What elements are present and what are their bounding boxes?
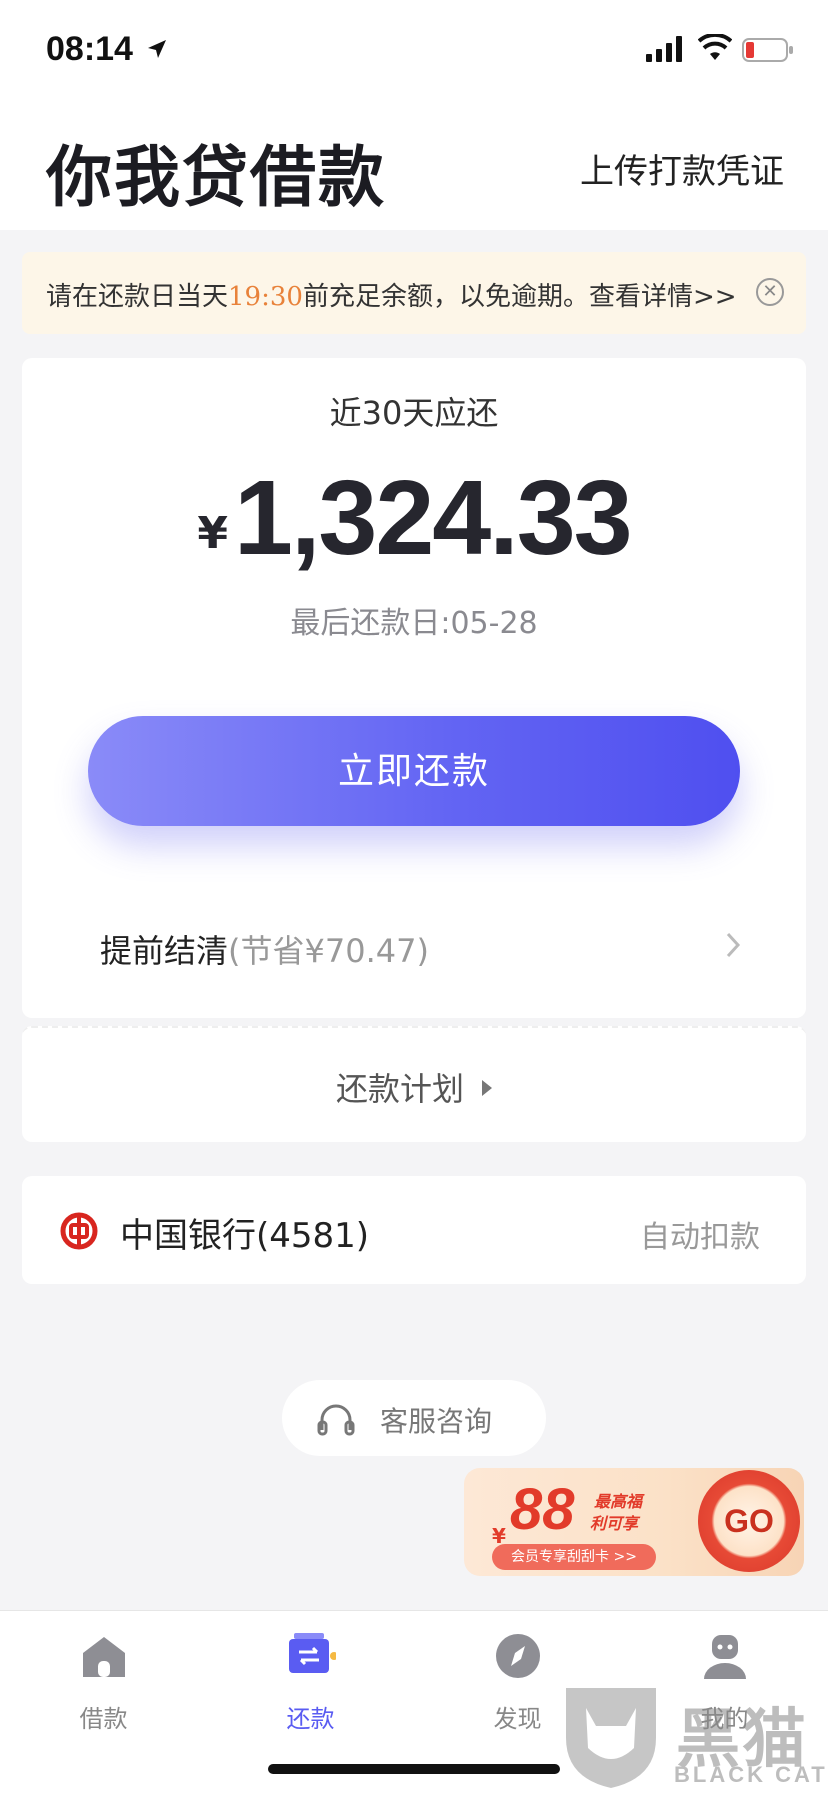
bank-name: 中国银行(4581) <box>120 1216 370 1256</box>
bank-of-china-logo-icon <box>60 1212 98 1250</box>
watermark-subtext: BLACK CAT <box>674 1762 828 1787</box>
bank-card-row[interactable]: 中国银行(4581) 自动扣款 <box>22 1176 806 1284</box>
home-indicator[interactable] <box>268 1764 560 1774</box>
status-bar: 08:14 <box>0 0 828 100</box>
repayment-plan-card[interactable]: 还款计划 <box>22 1026 806 1142</box>
cellular-signal-icon <box>646 36 682 62</box>
house-icon <box>83 1637 125 1677</box>
early-settle-label: 提前结清(节省¥70.47) <box>100 926 429 972</box>
notice-text-before: 请在还款日当天 <box>46 282 229 312</box>
notice-text-after[interactable]: 前充足余额，以免逾期。查看详情>> <box>303 282 737 312</box>
customer-service-button[interactable]: 客服咨询 <box>282 1380 546 1456</box>
promo-go-button[interactable]: GO <box>698 1470 800 1572</box>
member-promo-banner[interactable]: ¥ 88 最高福 利可享 会员专享刮刮卡 >> GO <box>464 1468 804 1576</box>
last-repay-date: 最后还款日:05-28 <box>290 606 538 641</box>
promo-scratch-card-pill: 会员专享刮刮卡 >> <box>492 1544 656 1570</box>
tab-borrow[interactable]: 借款 <box>0 1623 207 1733</box>
currency-symbol: ¥ <box>197 508 228 559</box>
overdue-notice-banner[interactable]: 请在还款日当天19:30前充足余额，以免逾期。查看详情>> ✕ <box>22 252 806 334</box>
person-icon <box>704 1635 746 1679</box>
notice-time: 19:30 <box>228 282 303 312</box>
customer-service-label: 客服咨询 <box>380 1405 493 1438</box>
battery-low-icon <box>742 38 793 62</box>
upload-receipt-link[interactable]: 上传打款凭证 <box>580 144 784 193</box>
location-arrow-icon <box>148 40 166 58</box>
notice-text: 请在还款日当天19:30前充足余额，以免逾期。查看详情>> <box>46 276 737 313</box>
page-title: 你我贷借款 <box>46 139 386 216</box>
early-settle-saving: (节省¥70.47) <box>228 932 429 970</box>
promo-line2: 利可享 <box>590 1514 639 1533</box>
promo-amount: 88 <box>510 1477 575 1542</box>
compass-icon <box>496 1634 540 1678</box>
due-amount: 1,324.33 <box>234 459 633 577</box>
status-time: 08:14 <box>46 30 133 68</box>
close-icon[interactable]: ✕ <box>756 278 784 306</box>
wifi-icon <box>698 34 732 60</box>
repay-card-icon <box>289 1633 336 1673</box>
repayment-plan-label: 还款计划 <box>335 1070 464 1108</box>
repayment-card: 近30天应还 ¥1,324.33 最后还款日:05-28 立即还款 提前结清(节… <box>22 358 806 1018</box>
black-cat-watermark: 黑猫 BLACK CAT <box>556 1676 828 1793</box>
app-header: 你我贷借款 上传打款凭证 <box>0 100 828 230</box>
amount-row: ¥1,324.33 <box>22 458 806 579</box>
auto-debit-label: 自动扣款 <box>640 1220 760 1255</box>
cat-shield-logo-icon <box>566 1688 656 1788</box>
early-settle-row[interactable]: 提前结清(节省¥70.47) <box>22 908 806 988</box>
early-settle-text: 提前结清 <box>100 932 229 970</box>
triangle-right-icon <box>482 1080 492 1096</box>
chevron-right-icon <box>726 932 741 958</box>
tab-label: 还款 <box>286 1705 335 1733</box>
repayment-plan-link[interactable]: 还款计划 <box>22 1064 806 1110</box>
tab-label: 借款 <box>79 1705 128 1733</box>
promo-line1: 最高福 <box>594 1492 643 1511</box>
repay-now-button[interactable]: 立即还款 <box>88 716 740 826</box>
due-label: 近30天应还 <box>329 394 499 432</box>
tab-repay[interactable]: 还款 <box>207 1623 414 1733</box>
headset-icon <box>317 1404 355 1436</box>
